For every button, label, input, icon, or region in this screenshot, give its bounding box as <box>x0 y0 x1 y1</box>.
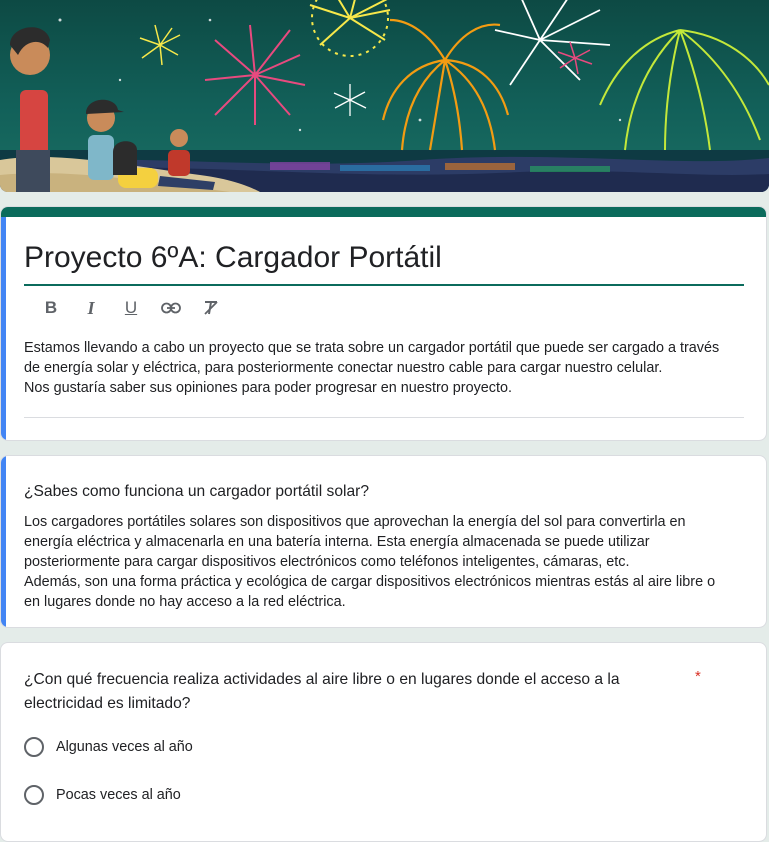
section-line: posteriormente para cargar dispositivos … <box>24 554 630 570</box>
bold-button[interactable]: B <box>31 295 71 321</box>
radio-button[interactable] <box>24 785 44 805</box>
clear-format-icon <box>204 301 218 315</box>
section-line: en lugares donde no hay acceso a la red … <box>24 594 346 610</box>
option-label: Pocas veces al año <box>56 787 181 803</box>
fireworks-illustration <box>0 0 769 192</box>
link-icon <box>161 302 181 314</box>
info-section-card[interactable]: ¿Sabes como funciona un cargador portáti… <box>0 455 767 628</box>
description-divider <box>24 417 744 418</box>
section-description: Los cargadores portátiles solares son di… <box>24 512 744 612</box>
form-title-input[interactable]: Proyecto 6ºA: Cargador Portátil <box>24 240 744 286</box>
question-title-line: electricidad es limitado? <box>24 695 191 712</box>
clear-formatting-button[interactable] <box>191 295 231 321</box>
insert-link-button[interactable] <box>151 295 191 321</box>
text-format-toolbar: B I U <box>31 295 231 321</box>
radio-option-algunas-veces[interactable]: Algunas veces al año <box>24 737 193 757</box>
question-title-line: ¿Con qué frecuencia realiza actividades … <box>24 671 620 688</box>
focus-indicator-bar <box>1 217 6 440</box>
section-line: Los cargadores portátiles solares son di… <box>24 514 686 530</box>
header-banner <box>0 0 769 192</box>
focus-indicator-bar <box>1 456 6 627</box>
description-line: de energía solar y eléctrica, para poste… <box>24 360 663 376</box>
section-title: ¿Sabes como funciona un cargador portáti… <box>24 483 369 500</box>
underline-button[interactable]: U <box>111 295 151 321</box>
question-title: ¿Con qué frecuencia realiza actividades … <box>24 668 664 716</box>
description-line: Nos gustaría saber sus opiniones para po… <box>24 380 512 396</box>
italic-button[interactable]: I <box>71 295 111 321</box>
form-title-card: Proyecto 6ºA: Cargador Portátil B I U Es… <box>0 206 767 441</box>
question-card[interactable]: ¿Con qué frecuencia realiza actividades … <box>0 642 767 842</box>
description-line: Estamos llevando a cabo un proyecto que … <box>24 340 720 356</box>
radio-option-pocas-veces[interactable]: Pocas veces al año <box>24 785 181 805</box>
section-line: energía eléctrica y almacenarla en una b… <box>24 534 650 550</box>
section-line: Además, son una forma práctica y ecológi… <box>24 574 716 590</box>
option-label: Algunas veces al año <box>56 739 193 755</box>
required-asterisk: * <box>695 668 701 685</box>
form-description[interactable]: Estamos llevando a cabo un proyecto que … <box>24 338 744 398</box>
theme-top-bar <box>1 207 766 217</box>
radio-button[interactable] <box>24 737 44 757</box>
